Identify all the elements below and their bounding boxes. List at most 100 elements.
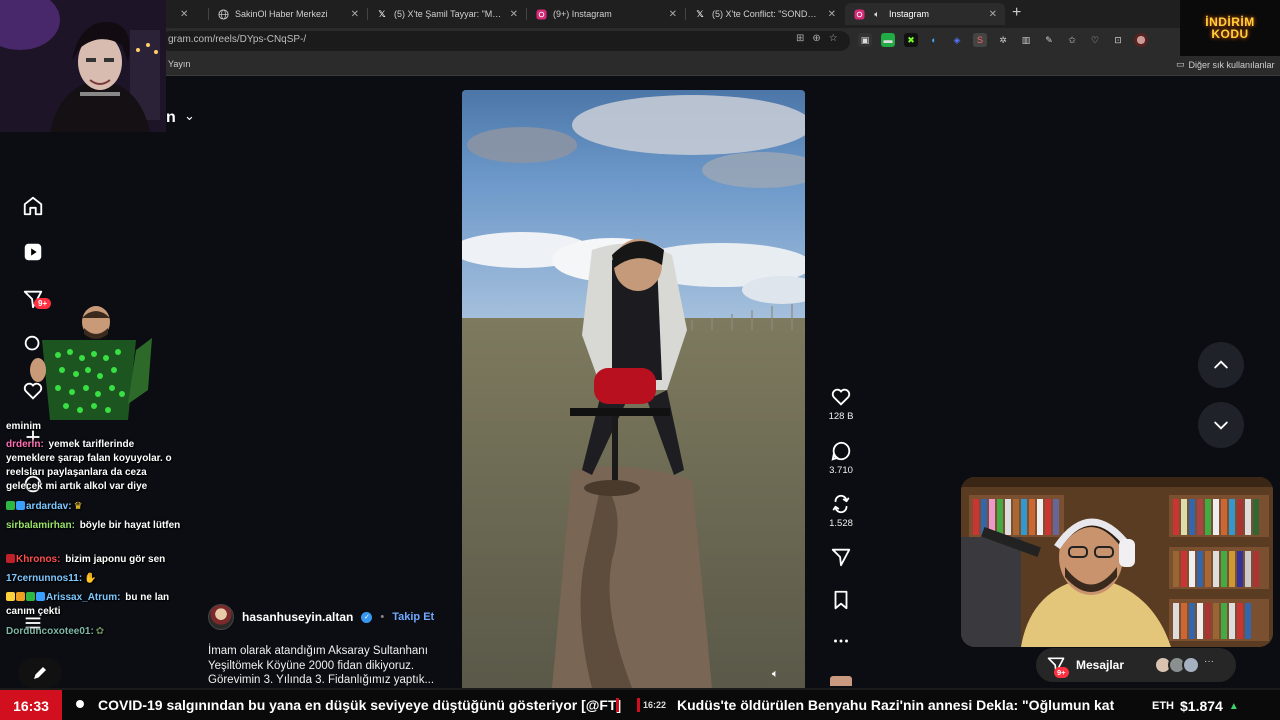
- bookmarks-bar: Yayın ▭ Diğer sık kullanılanlar: [0, 54, 1280, 76]
- split-view-icon[interactable]: ▥: [1019, 33, 1033, 47]
- comment-icon: [831, 441, 851, 461]
- previous-reel-button[interactable]: [1198, 342, 1244, 388]
- screenshot-icon[interactable]: ⊡: [1111, 33, 1125, 47]
- globe-icon: [217, 8, 229, 20]
- chat-text: eminim: [6, 421, 42, 432]
- streamer-webcam-guest: [961, 477, 1273, 647]
- save-action[interactable]: [822, 589, 860, 611]
- x-logo-icon: 𝕏: [696, 8, 704, 19]
- speaker-icon[interactable]: 🔈︎: [871, 8, 883, 20]
- close-icon[interactable]: ✕: [989, 9, 997, 20]
- sub-badge-icon: [6, 501, 15, 510]
- chat-text: bizim japonu gör sen: [62, 554, 166, 565]
- ticker-headline: Kudüs'te öldürülen Benyahu Razi'nin anne…: [677, 697, 1114, 713]
- browser-tab-2[interactable]: SakinOl Haber Merkezi ✕: [209, 3, 367, 25]
- chat-message: eminim: [6, 420, 181, 434]
- browser-tab-1[interactable]: ✕: [166, 3, 210, 25]
- ticker-bullet: [76, 700, 84, 708]
- close-icon[interactable]: ✕: [180, 9, 188, 20]
- close-icon[interactable]: ✕: [669, 9, 677, 20]
- repost-action[interactable]: 1.528: [822, 493, 860, 529]
- crown-emote-icon: ♛: [73, 501, 83, 512]
- messages-badge: 9+: [1054, 667, 1069, 678]
- tab-title: (5) X'te Şamil Tayyar: "Maliye ve H: [394, 9, 504, 19]
- ticker-headline: COVID-19 salgınından bu yana en düşük se…: [98, 697, 622, 713]
- browser-tab-active[interactable]: 🔈︎ Instagram ✕: [845, 3, 1005, 25]
- sub-badge-icon: [26, 592, 35, 601]
- follow-button[interactable]: Takip Et: [392, 611, 434, 623]
- favorites-icon[interactable]: ✩: [1065, 33, 1079, 47]
- crypto-symbol: ETH: [1152, 700, 1174, 712]
- gem-badge-icon: [16, 501, 25, 510]
- ticker-scroll-area: COVID-19 salgınından bu yana en düşük se…: [96, 690, 1114, 720]
- home-icon[interactable]: [20, 193, 46, 219]
- browser-tab-3[interactable]: 𝕏 (5) X'te Şamil Tayyar: "Maliye ve H ✕: [368, 3, 526, 25]
- reel-caption[interactable]: İmam olarak atandığım Aksaray Sultanhanı…: [208, 644, 448, 688]
- reel-video[interactable]: [462, 90, 805, 688]
- more-options-action[interactable]: [822, 630, 860, 652]
- draw-button[interactable]: [18, 658, 62, 688]
- emote-icon: ✋: [84, 573, 97, 584]
- mute-icon[interactable]: 🔈︎: [772, 668, 779, 681]
- extension-icon[interactable]: ✎: [1042, 33, 1056, 47]
- messages-avatars: ···: [1154, 656, 1214, 674]
- share-action[interactable]: [822, 546, 860, 568]
- other-bookmarks-label: Diğer sık kullanılanlar: [1188, 59, 1275, 70]
- crown-badge-icon: [6, 592, 15, 601]
- other-bookmarks[interactable]: ▭ Diğer sık kullanılanlar: [1176, 59, 1275, 70]
- extensions-puzzle-icon[interactable]: ✲: [996, 33, 1010, 47]
- tab-title: (9+) Instagram: [553, 9, 612, 19]
- repost-icon: [832, 494, 850, 514]
- like-count: 128 B: [828, 411, 854, 422]
- zoom-icon[interactable]: ⊕: [812, 33, 820, 44]
- profile-avatar[interactable]: [1134, 33, 1148, 47]
- next-reel-button[interactable]: [1198, 402, 1244, 448]
- chat-message: drderin: yemek tariflerinde yemeklere şa…: [6, 438, 181, 494]
- star-bookmark-icon[interactable]: ☆: [829, 33, 838, 44]
- browser-tab-4[interactable]: (9+) Instagram ✕: [527, 3, 685, 25]
- caption-line: İmam olarak atandığım Aksaray Sultanhanı: [208, 645, 428, 657]
- install-app-icon[interactable]: ⊞: [796, 33, 804, 44]
- extension-icon[interactable]: S: [973, 33, 987, 47]
- instagram-brand-text[interactable]: n: [166, 109, 176, 127]
- chat-text: böyle bir hayat lütfen: [76, 520, 181, 531]
- chat-username: sirbalamirhan:: [6, 520, 75, 531]
- close-icon[interactable]: ✕: [828, 9, 836, 20]
- discount-code-logo: İNDİRİM KODU: [1180, 0, 1280, 56]
- extension-icon[interactable]: ▣: [858, 33, 872, 47]
- url-text[interactable]: gram.com/reels/DYps-CNqSP-/: [168, 34, 306, 45]
- chat-username: Arissax_Atrum:: [46, 592, 121, 603]
- author-avatar[interactable]: [208, 604, 234, 630]
- close-icon[interactable]: ✕: [510, 9, 518, 20]
- chat-message: ardardav: ♛: [6, 500, 181, 514]
- like-action[interactable]: 128 B: [822, 386, 860, 422]
- close-icon[interactable]: ✕: [351, 9, 359, 20]
- browser-tab-5[interactable]: 𝕏 (5) X'te Conflict: "SONDAKİKA Han ✕: [686, 3, 844, 25]
- audio-thumbnail[interactable]: [822, 676, 860, 686]
- extension-icon[interactable]: ◐: [927, 33, 941, 47]
- comment-count: 3.710: [829, 465, 853, 476]
- browser-toolbar: gram.com/reels/DYps-CNqSP-/ ⊞ ⊕ ☆ ▣ ▬ ✖ …: [0, 28, 1280, 54]
- chevron-down-icon[interactable]: ⌄: [184, 108, 195, 124]
- chat-message: Arissax_Atrum: bu ne lan canım çekti: [6, 591, 181, 619]
- audio-cover-image: [830, 676, 852, 686]
- extension-icon[interactable]: ♡: [1088, 33, 1102, 47]
- reels-icon[interactable]: [20, 239, 46, 265]
- extension-icon[interactable]: ▬: [881, 33, 895, 47]
- chat-message: 17cernunnos11: ✋: [6, 572, 181, 586]
- chat-username: ardardav:: [26, 501, 72, 512]
- more-icon: ···: [1204, 656, 1214, 667]
- extension-icon[interactable]: ◈: [950, 33, 964, 47]
- comment-action[interactable]: 3.710: [822, 440, 860, 476]
- caption-line: Görevimin 3. Yılında 3. Fidanlığımız yap…: [208, 674, 435, 686]
- trend-up-icon: ▲: [1228, 700, 1239, 712]
- new-tab-button[interactable]: +: [1012, 4, 1021, 22]
- news-ticker: 16:33 COVID-19 salgınından bu yana en dü…: [0, 688, 1280, 720]
- extension-icon[interactable]: ✖: [904, 33, 918, 47]
- author-name[interactable]: hasanhuseyin.altan: [242, 610, 353, 624]
- bookmark-icon: [834, 590, 848, 610]
- messages-label: Mesajlar: [1076, 658, 1125, 672]
- omnibox-actions: ⊞ ⊕ ☆: [796, 33, 838, 44]
- bookmark-item[interactable]: Yayın: [168, 59, 190, 69]
- more-horizontal-icon: [834, 639, 848, 643]
